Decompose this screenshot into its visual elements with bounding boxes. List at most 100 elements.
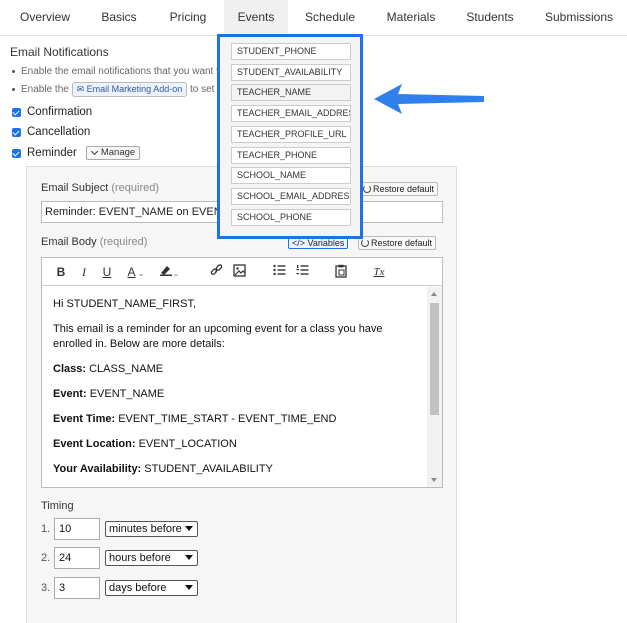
- dropdown-caret-icon: [185, 526, 193, 531]
- reminder-checkbox[interactable]: [12, 148, 21, 158]
- timing-unit-select[interactable]: minutes before: [105, 521, 198, 537]
- italic-icon[interactable]: I: [80, 264, 88, 280]
- chevron-down-icon: ⌄: [135, 269, 145, 278]
- confirmation-checkbox[interactable]: [12, 107, 21, 117]
- event-location-line: Event Location: EVENT_LOCATION: [53, 437, 416, 452]
- variables-label: Variables: [307, 238, 345, 248]
- email-body-editor[interactable]: B I U A ⌄ ⌄ Tx Hi STUDENT_NAME_FIRST, Th…: [41, 257, 443, 488]
- highlighter-svg: [159, 266, 172, 276]
- availability-line: Your Availability: STUDENT_AVAILABILITY: [53, 462, 416, 477]
- variable-item-school-phone[interactable]: SCHOOL_PHONE: [231, 209, 351, 226]
- tab-materials[interactable]: Materials: [376, 0, 446, 35]
- class-line: Class: CLASS_NAME: [53, 362, 416, 377]
- variable-item-teacher-phone[interactable]: TEACHER_PHONE: [231, 147, 351, 164]
- bold-icon[interactable]: B: [56, 264, 66, 280]
- link-icon[interactable]: [209, 264, 223, 280]
- event-time-label: Event Time:: [53, 413, 116, 425]
- timing-unit-select[interactable]: days before: [105, 580, 198, 596]
- clipboard-svg: [335, 264, 347, 278]
- reminder-label: Reminder: [27, 147, 77, 159]
- timing-row-number: 1.: [41, 523, 51, 535]
- tab-events[interactable]: Events: [224, 0, 288, 35]
- addon-label: Email Marketing Add-on: [86, 84, 183, 94]
- section-title: Email Notifications: [10, 45, 109, 59]
- required-hint: (required): [99, 236, 148, 248]
- clear-format-icon[interactable]: Tx: [372, 264, 386, 280]
- info-bullet: Enable the email notifications that you …: [12, 66, 219, 77]
- code-icon: </>: [292, 238, 306, 248]
- bulleted-list-svg: [272, 264, 285, 276]
- confirmation-checkbox-row[interactable]: Confirmation: [12, 106, 92, 118]
- numbered-list-svg: [296, 265, 308, 275]
- variable-item-teacher-email-address[interactable]: TEACHER_EMAIL_ADDRESS: [231, 105, 351, 122]
- email-subject-label: Email Subject (required): [41, 182, 159, 194]
- variable-item-teacher-profile-url[interactable]: TEACHER_PROFILE_URL: [231, 126, 351, 143]
- editor-toolbar: B I U A ⌄ ⌄ Tx: [42, 258, 442, 286]
- timing-row: 3. 3 days before: [41, 577, 198, 599]
- bullet-text: Enable the: [21, 84, 69, 96]
- confirmation-label: Confirmation: [27, 106, 93, 118]
- highlight-icon[interactable]: ⌄: [158, 264, 180, 280]
- event-time-line: Event Time: EVENT_TIME_START - EVENT_TIM…: [53, 412, 416, 427]
- event-time-value: EVENT_TIME_START - EVENT_TIME_END: [118, 413, 337, 425]
- restore-default-body-button[interactable]: Restore default: [358, 236, 437, 250]
- manage-label: Manage: [100, 147, 136, 158]
- tab-overview[interactable]: Overview: [8, 0, 82, 35]
- timing-row-number: 3.: [41, 582, 51, 594]
- timing-label: Timing: [41, 500, 74, 512]
- scroll-up-arrow-icon[interactable]: [431, 292, 437, 296]
- underline-icon[interactable]: U: [102, 264, 112, 280]
- timing-value-input[interactable]: 24: [54, 547, 100, 569]
- restore-icon: [361, 239, 369, 247]
- paste-icon[interactable]: [334, 264, 348, 280]
- bullet-text: Enable the email notifications that you …: [21, 66, 219, 77]
- variable-item-school-name[interactable]: SCHOOL_NAME: [231, 167, 351, 184]
- font-color-icon[interactable]: A ⌄: [125, 264, 147, 280]
- timing-row-number: 2.: [41, 552, 51, 564]
- restore-label: Restore default: [373, 184, 435, 194]
- tab-basics[interactable]: Basics: [90, 0, 148, 35]
- variables-dropdown: STUDENT_PHONE STUDENT_AVAILABILITY TEACH…: [217, 34, 363, 239]
- restore-icon: [363, 185, 371, 193]
- availability-value: STUDENT_AVAILABILITY: [144, 463, 273, 475]
- manage-button[interactable]: Manage: [85, 146, 141, 160]
- variable-item-school-email-address[interactable]: SCHOOL_EMAIL_ADDRESS: [231, 188, 351, 205]
- tab-bar: Overview Basics Pricing Events Schedule …: [0, 0, 627, 36]
- event-label: Event:: [53, 388, 87, 400]
- timing-value-input[interactable]: 10: [54, 518, 100, 540]
- reminder-checkbox-row[interactable]: Reminder Manage: [12, 146, 141, 160]
- dropdown-caret-icon: [185, 555, 193, 560]
- intro-paragraph: This email is a reminder for an upcoming…: [53, 323, 383, 350]
- restore-label: Restore default: [371, 238, 433, 248]
- scroll-down-arrow-icon[interactable]: [431, 478, 437, 482]
- tab-submissions[interactable]: Submissions: [538, 0, 620, 35]
- tab-students[interactable]: Students: [458, 0, 522, 35]
- numbered-list-icon[interactable]: [295, 264, 309, 280]
- tab-schedule[interactable]: Schedule: [296, 0, 364, 35]
- variable-item-teacher-name[interactable]: TEACHER_NAME: [231, 84, 351, 101]
- tab-pricing[interactable]: Pricing: [157, 0, 219, 35]
- required-hint: (required): [111, 182, 160, 194]
- scrollbar-thumb[interactable]: [430, 303, 439, 415]
- dropdown-caret-icon: [185, 585, 193, 590]
- variable-item-student-phone[interactable]: STUDENT_PHONE: [231, 43, 351, 60]
- email-body-content[interactable]: Hi STUDENT_NAME_FIRST, This email is a r…: [42, 287, 426, 487]
- restore-default-subject-button[interactable]: Restore default: [360, 182, 439, 196]
- chevron-down-icon: ⌄: [172, 269, 180, 278]
- cancellation-checkbox-row[interactable]: Cancellation: [12, 126, 90, 138]
- bullet-dot: [12, 69, 15, 73]
- image-icon[interactable]: [232, 264, 246, 280]
- timing-unit-value: days before: [109, 582, 167, 594]
- event-line: Event: EVENT_NAME: [53, 387, 416, 402]
- email-marketing-addon-link[interactable]: ✉ Email Marketing Add-on: [71, 82, 188, 97]
- timing-row: 1. 10 minutes before: [41, 518, 198, 540]
- timing-unit-select[interactable]: hours before: [105, 550, 198, 566]
- bullet-dot: [12, 88, 15, 91]
- cancellation-checkbox[interactable]: [12, 127, 21, 137]
- timing-value-input[interactable]: 3: [54, 577, 100, 599]
- editor-scrollbar[interactable]: [427, 287, 442, 487]
- email-subject-label-text: Email Subject: [41, 182, 109, 194]
- timing-row: 2. 24 hours before: [41, 547, 198, 569]
- bulleted-list-icon[interactable]: [272, 264, 286, 280]
- variable-item-student-availability[interactable]: STUDENT_AVAILABILITY: [231, 64, 351, 81]
